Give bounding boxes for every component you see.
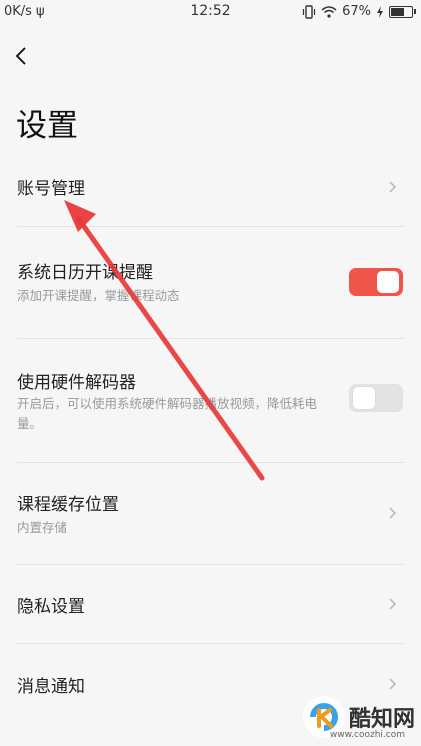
calendar-reminder-subtitle: 添加开课提醒，掌握课程动态 [17,288,180,303]
settings-item-cache-location[interactable]: 课程缓存位置 内置存储 [0,482,421,552]
divider [17,338,404,339]
calendar-reminder-toggle[interactable] [349,268,403,296]
divider [17,564,404,565]
divider [17,462,404,463]
battery-fill [391,7,404,16]
settings-item-privacy[interactable]: 隐私设置 [0,580,421,630]
watermark-name: 酷知网 [348,707,415,732]
cache-location-value: 内置存储 [17,520,68,535]
privacy-title: 隐私设置 [17,597,85,617]
chevron-right-icon [389,678,397,690]
battery-icon [389,5,416,18]
account-title: 账号管理 [17,179,85,199]
charging-icon [377,5,383,18]
notifications-title: 消息通知 [17,677,85,697]
settings-item-account[interactable]: 账号管理 [0,160,421,216]
settings-item-hardware-decoder[interactable]: 使用硬件解码器 开启后，可以使用系统硬件解码器播放视频，降低耗电量。 [0,360,421,450]
back-button[interactable] [10,44,34,68]
hardware-decoder-title: 使用硬件解码器 [17,373,136,393]
chevron-right-icon [389,507,397,519]
toggle-knob [377,271,399,293]
battery-percent: 67% [342,4,371,19]
hardware-decoder-toggle[interactable] [349,384,403,412]
page-title: 设置 [16,108,78,144]
divider [17,226,404,227]
calendar-reminder-title: 系统日历开课提醒 [17,263,153,283]
status-bar: 0K/s ψ 12:52 67% [0,0,421,24]
hardware-decoder-subtitle: 开启后，可以使用系统硬件解码器播放视频，降低耗电量。 [17,396,318,431]
status-right: 67% [302,4,416,19]
vibrate-icon [302,4,316,19]
cache-location-title: 课程缓存位置 [17,495,119,515]
chevron-right-icon [389,598,397,610]
wifi-icon [321,6,337,18]
settings-item-calendar-reminder[interactable]: 系统日历开课提醒 添加开课提醒，掌握课程动态 [0,248,421,318]
divider [17,643,404,644]
chevron-right-icon [389,181,397,193]
toggle-knob [353,387,375,409]
watermark-url: www.coozhi.com [329,730,405,740]
